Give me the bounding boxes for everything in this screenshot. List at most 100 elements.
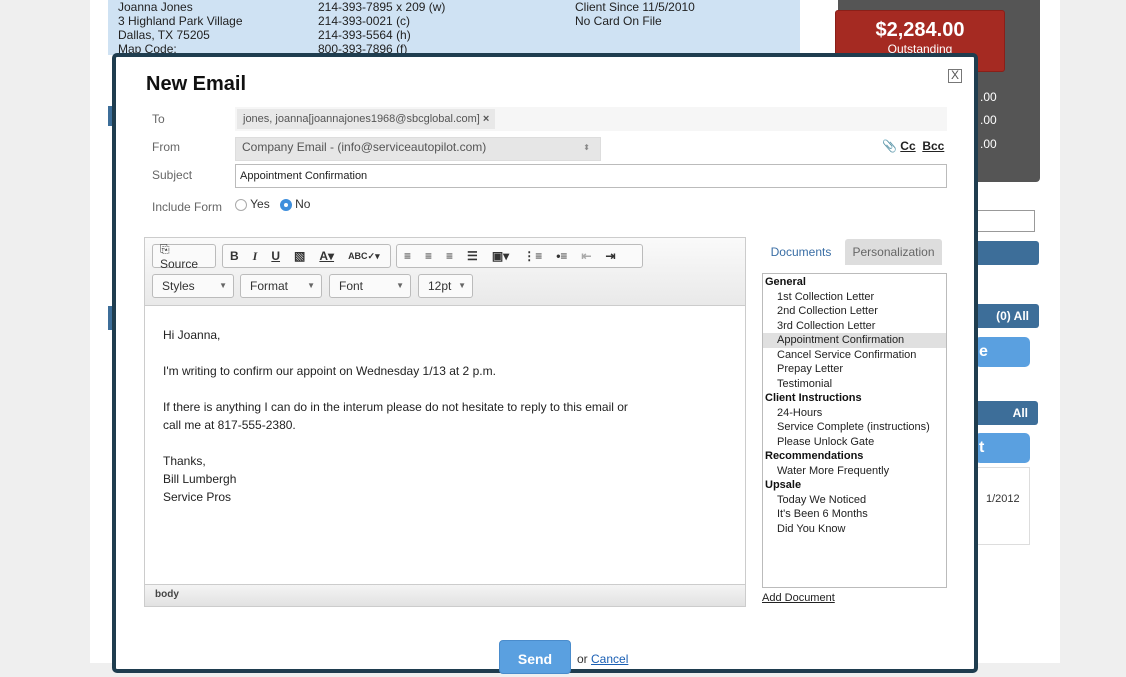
document-item[interactable]: It's Been 6 Months (763, 507, 946, 522)
source-icon: ⎘ (160, 241, 170, 256)
client-detail: Client Since 11/5/2010 (575, 0, 695, 14)
align-center-icon[interactable]: ≡ (418, 249, 439, 263)
side-bar-all[interactable]: (0) All (975, 304, 1039, 328)
side-button[interactable]: t (975, 433, 1030, 463)
font-label: Font (339, 279, 364, 293)
align-left-icon[interactable]: ≡ (397, 249, 418, 263)
from-select[interactable]: Company Email - (info@serviceautopilot.c… (235, 137, 601, 161)
body-line: I'm writing to confirm our appoint on We… (163, 364, 496, 378)
body-line: Thanks, (163, 454, 206, 468)
align-right-icon[interactable]: ≡ (439, 249, 460, 263)
document-item[interactable]: Appointment Confirmation (763, 333, 946, 348)
body-line: Hi Joanna, (163, 328, 221, 342)
format-label: Format (250, 279, 289, 293)
remove-recipient-icon[interactable]: × (483, 113, 489, 125)
new-email-dialog: New Email X To jones, joanna[joannajones… (112, 53, 978, 674)
yes-label: Yes (250, 197, 270, 211)
balance-row: .00 (980, 137, 997, 151)
dialog-title: New Email (146, 73, 247, 95)
subject-input[interactable]: Appointment Confirmation (235, 164, 947, 188)
bcc-link[interactable]: Bcc (922, 139, 944, 153)
side-bar-all[interactable]: All (975, 401, 1038, 425)
italic-button[interactable]: I (246, 249, 265, 264)
no-label: No (295, 197, 311, 211)
radio-no[interactable] (279, 198, 292, 211)
cc-bcc: 📎 Cc Bcc (882, 139, 944, 153)
text-color-icon[interactable]: A▾ (312, 249, 341, 263)
document-item[interactable]: Prepay Letter (763, 362, 946, 377)
cc-link[interactable]: Cc (900, 139, 915, 153)
document-item[interactable]: 2nd Collection Letter (763, 304, 946, 319)
font-dropdown[interactable]: Font ▼ (329, 274, 411, 298)
document-item[interactable]: 1st Collection Letter (763, 290, 946, 305)
caret-down-icon: ▼ (219, 281, 227, 290)
document-item[interactable]: Did You Know (763, 522, 946, 537)
document-group-header: Upsale (765, 479, 802, 491)
balance-row: .00 (980, 90, 997, 104)
close-icon[interactable]: X (948, 69, 962, 83)
side-date: 1/2012 (975, 467, 1030, 545)
spellcheck-icon[interactable]: ABC✓▾ (341, 251, 387, 262)
document-item[interactable]: Testimonial (763, 377, 946, 392)
numbered-list-icon[interactable]: ⋮≡ (516, 249, 549, 263)
from-value: Company Email - (info@serviceautopilot.c… (242, 140, 487, 154)
body-line: If there is anything I can do in the int… (163, 400, 628, 414)
to-field[interactable]: jones, joanna[joannajones1968@sbcglobal.… (235, 107, 947, 131)
element-path: body (145, 584, 745, 606)
format-dropdown[interactable]: Format ▼ (240, 274, 322, 298)
add-document-link[interactable]: Add Document (762, 592, 835, 604)
document-list: General 1st Collection Letter 2nd Collecti… (762, 273, 947, 588)
client-detail: Joanna Jones (118, 0, 193, 14)
bg-color-icon[interactable]: ▣▾ (485, 249, 516, 263)
caret-down-icon: ▼ (307, 281, 315, 290)
align-group: ≡ ≡ ≡ ☰ ▣▾ ⋮≡ •≡ ⇤ ⇥ (396, 244, 643, 268)
source-label: Source (160, 256, 199, 271)
to-label: To (152, 112, 165, 126)
source-button[interactable]: ⎘ Source (152, 241, 216, 271)
document-item[interactable]: 3rd Collection Letter (763, 319, 946, 334)
balance-row: .00 (980, 113, 997, 127)
styles-dropdown[interactable]: Styles ▼ (152, 274, 234, 298)
size-dropdown[interactable]: 12pt ▼ (418, 274, 473, 298)
from-label: From (152, 140, 180, 154)
document-group-header: Client Instructions (765, 392, 862, 404)
justify-icon[interactable]: ☰ (460, 249, 485, 263)
cancel-link[interactable]: Cancel (591, 652, 628, 666)
document-item[interactable]: Today We Noticed (763, 493, 946, 508)
editor-toolbar: ⎘ Source B I U ▧ A▾ ABC✓▾ ≡ ≡ ≡ ☰ ▣▾ ⋮≡ … (145, 238, 745, 306)
body-line: Bill Lumbergh (163, 472, 237, 486)
side-input[interactable] (975, 210, 1035, 232)
document-item[interactable]: Please Unlock Gate (763, 435, 946, 450)
radio-yes[interactable] (235, 198, 247, 211)
rich-text-editor: ⎘ Source B I U ▧ A▾ ABC✓▾ ≡ ≡ ≡ ☰ ▣▾ ⋮≡ … (144, 237, 746, 607)
editor-body[interactable]: Hi Joanna, I'm writing to confirm our ap… (163, 326, 628, 506)
document-item[interactable]: 24-Hours (763, 406, 946, 421)
paperclip-icon[interactable]: 📎 (882, 139, 897, 153)
indent-icon[interactable]: ⇥ (598, 249, 622, 263)
tab-documents[interactable]: Documents (762, 239, 840, 265)
body-line: Service Pros (163, 490, 232, 504)
underline-button[interactable]: U (264, 249, 287, 263)
caret-down-icon: ▼ (458, 281, 466, 290)
include-form-label: Include Form (152, 200, 223, 214)
select-arrows-icon: ⬍ (583, 143, 590, 152)
document-item[interactable]: Cancel Service Confirmation (763, 348, 946, 363)
bullet-list-icon[interactable]: •≡ (549, 249, 574, 263)
outdent-icon[interactable]: ⇤ (574, 249, 598, 263)
document-group-header: Recommendations (765, 450, 864, 462)
side-bar (975, 241, 1039, 265)
document-item[interactable]: Service Complete (instructions) (763, 420, 946, 435)
side-button[interactable]: e (975, 337, 1030, 367)
document-item[interactable]: Water More Frequently (763, 464, 946, 479)
client-detail: 214-393-5564 (h) (318, 28, 411, 42)
recipient-text: jones, joanna[joannajones1968@sbcglobal.… (243, 113, 480, 125)
tab-personalization[interactable]: Personalization (845, 239, 942, 265)
image-icon[interactable]: ▧ (287, 249, 312, 263)
body-line: call me at 817-555-2380. (163, 418, 296, 432)
client-detail: No Card On File (575, 14, 662, 28)
bold-button[interactable]: B (223, 249, 246, 263)
include-form-radios: Yes No (235, 197, 310, 211)
send-button[interactable]: Send (499, 640, 571, 674)
client-detail: 3 Highland Park Village (118, 14, 243, 28)
subject-label: Subject (152, 168, 193, 182)
